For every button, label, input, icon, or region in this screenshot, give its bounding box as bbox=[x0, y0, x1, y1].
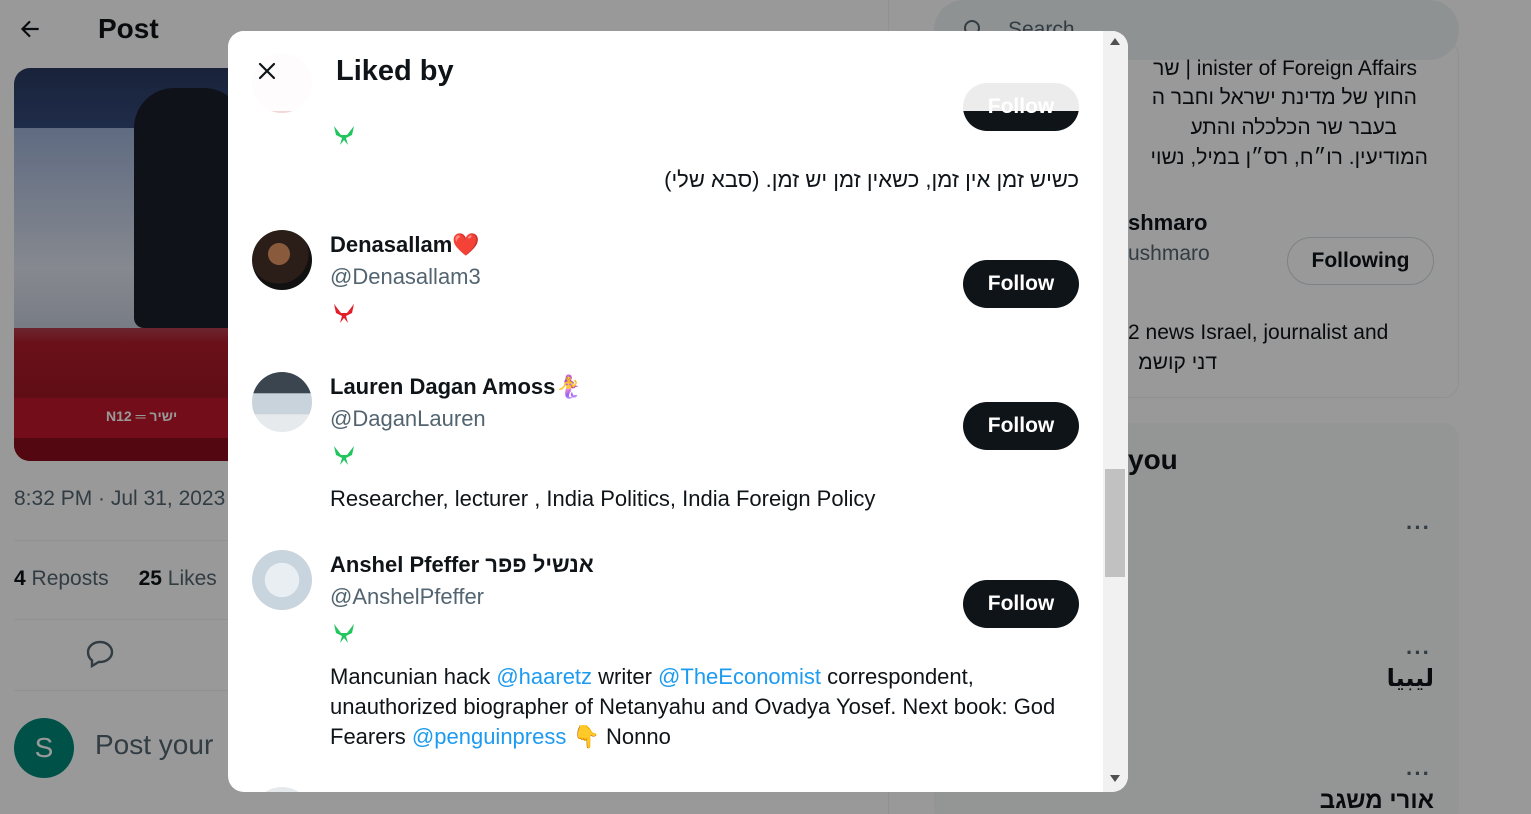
mention-link[interactable]: @TheEconomist bbox=[658, 664, 821, 689]
bird-badge-icon bbox=[334, 624, 354, 643]
user-bio: Mancunian hack @haaretz writer @TheEcono… bbox=[330, 662, 1070, 752]
bio-text: 👇 Nonno bbox=[566, 724, 671, 749]
mention-link[interactable]: @haaretz bbox=[496, 664, 592, 689]
bird-badge-icon bbox=[334, 446, 354, 465]
dialog-header: Liked by bbox=[228, 31, 1103, 111]
follow-button[interactable]: Follow bbox=[963, 402, 1079, 450]
mention-link[interactable]: @penguinpress bbox=[412, 724, 566, 749]
bio-text: Mancunian hack bbox=[330, 664, 497, 689]
avatar[interactable] bbox=[252, 550, 312, 610]
user-handle[interactable]: @Denasallam3 bbox=[330, 264, 481, 290]
follow-button[interactable]: Follow bbox=[963, 260, 1079, 308]
dialog-title: Liked by bbox=[336, 54, 454, 87]
bird-badge-icon bbox=[334, 126, 354, 145]
scroll-down-arrow-icon[interactable] bbox=[1110, 775, 1120, 782]
scroll-up-arrow-icon[interactable] bbox=[1110, 38, 1120, 45]
avatar[interactable] bbox=[252, 230, 312, 290]
avatar[interactable] bbox=[252, 787, 312, 792]
bio-text: writer bbox=[592, 664, 659, 689]
bird-badge-icon bbox=[334, 304, 354, 323]
user-handle[interactable]: @DaganLauren bbox=[330, 406, 486, 432]
follow-button[interactable]: Follow bbox=[963, 580, 1079, 628]
scrollbar-thumb[interactable] bbox=[1105, 469, 1125, 577]
user-bio: כשיש זמן אין זמן, כשאין זמן יש זמן. (סבא… bbox=[664, 167, 1079, 192]
user-bio: Researcher, lecturer , India Politics, I… bbox=[330, 486, 876, 511]
user-name[interactable]: Denasallam❤️ bbox=[330, 232, 480, 258]
user-name[interactable]: Lauren Dagan Amoss🧜‍♀️ bbox=[330, 374, 583, 400]
liked-by-list: Follow כשיש זמן אין זמן, כשאין זמן יש זמ… bbox=[228, 31, 1103, 792]
scrollbar[interactable] bbox=[1103, 31, 1128, 792]
close-button[interactable] bbox=[245, 49, 289, 93]
liked-by-dialog: Follow כשיש זמן אין זמן, כשאין זמן יש זמ… bbox=[228, 31, 1128, 792]
avatar[interactable] bbox=[252, 372, 312, 432]
close-icon bbox=[258, 62, 276, 80]
user-handle[interactable]: @AnshelPfeffer bbox=[330, 584, 484, 610]
user-name[interactable]: Anshel Pfeffer אנשיל פפר bbox=[330, 552, 594, 578]
